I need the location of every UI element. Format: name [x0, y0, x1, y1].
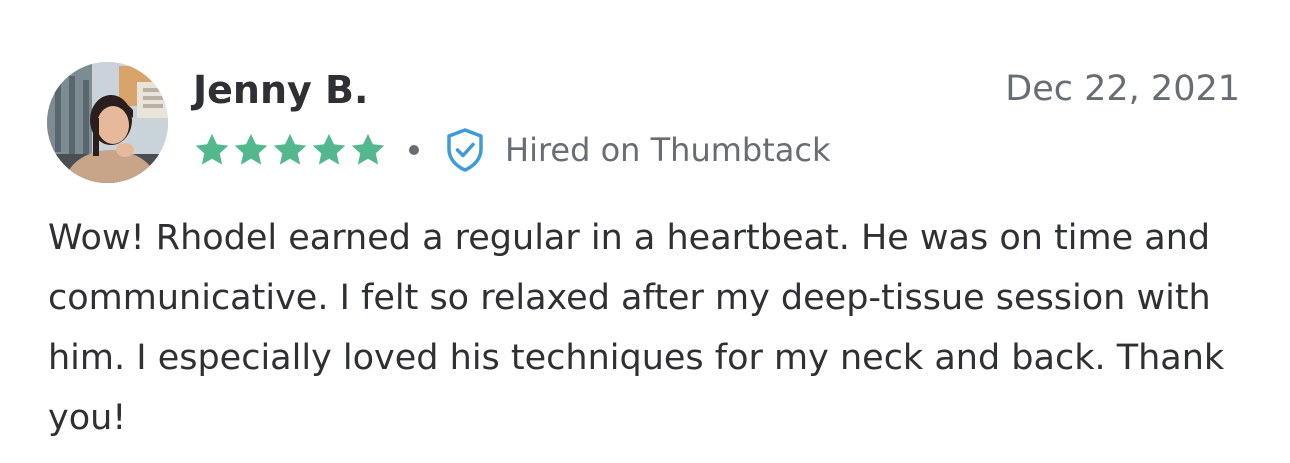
avatar: [47, 62, 168, 183]
review-meta-row: Hired on Thumbtack: [193, 125, 830, 175]
star-icon: [195, 133, 229, 165]
star-icon: [234, 133, 268, 165]
dot-separator: [409, 145, 419, 155]
reviewer-name: Jenny B.: [193, 68, 369, 112]
hired-on-thumbtack-label: Hired on Thumbtack: [505, 131, 831, 169]
star-icon: [312, 133, 346, 165]
review-text: Wow! Rhodel earned a regular in a heartb…: [48, 218, 1225, 438]
star-icon: [351, 133, 385, 165]
review-date: Dec 22, 2021: [1005, 69, 1240, 109]
star-icon: [273, 133, 307, 165]
star-rating: [193, 131, 387, 169]
review-card: Jenny B. Dec 22, 2021 Hired on Thumbtack…: [0, 0, 1290, 463]
shield-check-icon: [447, 128, 483, 172]
